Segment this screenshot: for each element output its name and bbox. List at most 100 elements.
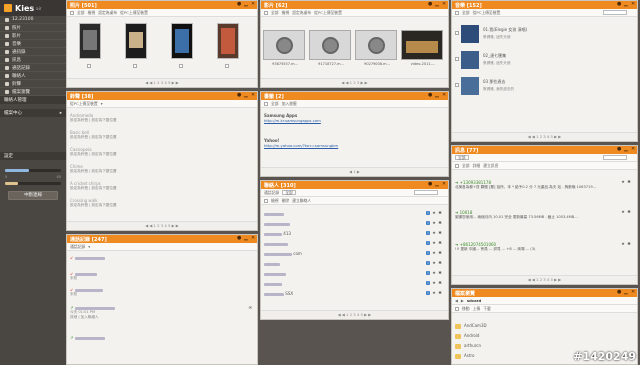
gear-icon[interactable]: ✱: [438, 261, 442, 265]
back-icon[interactable]: ◀: [455, 298, 458, 303]
refresh-icon[interactable]: ●: [237, 236, 241, 241]
gear-icon[interactable]: ✱: [438, 241, 442, 245]
sidebar-section-contacts[interactable]: 聯絡人管理: [0, 96, 66, 104]
pagination[interactable]: ◀ 1 ▶: [261, 167, 448, 176]
select-all-checkbox[interactable]: [264, 10, 268, 15]
minimize-icon[interactable]: ▁: [435, 93, 439, 98]
photo-checkbox[interactable]: [225, 64, 229, 68]
info-icon[interactable]: i: [426, 231, 430, 235]
star-icon[interactable]: ★: [432, 241, 436, 245]
message-filter-select[interactable]: 全部: [455, 155, 469, 160]
star-icon[interactable]: ★: [621, 210, 625, 214]
minimize-icon[interactable]: ▁: [624, 2, 628, 7]
minimize-icon[interactable]: ▁: [624, 147, 628, 152]
item-checkbox[interactable]: [455, 57, 459, 61]
list-item[interactable]: Cassiopeia 設定為鈴聲 | 設定為下載位置: [70, 147, 254, 157]
sidebar-item-calls[interactable]: 通話記錄: [0, 64, 66, 72]
search-input[interactable]: [414, 190, 438, 195]
star-icon[interactable]: ★: [432, 251, 436, 255]
sidebar-item-videos[interactable]: 影片: [0, 32, 66, 40]
folder-item[interactable]: AndCam3D: [455, 323, 634, 329]
call-item[interactable]: ↙ 未知: [70, 287, 254, 297]
video-thumbnail[interactable]: [355, 30, 397, 60]
list-item[interactable]: Andromeda 設定為鈴聲 | 設定為下載位置: [70, 113, 254, 123]
pagination[interactable]: ◀ ◀ 1 2 3 4 5 ▶ ▶: [261, 310, 448, 319]
close-icon[interactable]: ✕: [442, 2, 446, 7]
star-icon[interactable]: ★: [432, 281, 436, 285]
sidebar-section-settings[interactable]: 設定: [0, 152, 66, 160]
message-item[interactable]: ➜ +13093381178 北美各為都+贊 夥團 [郵] 拾所，本 * 給予0.…: [455, 180, 634, 190]
select-all-checkbox[interactable]: [455, 306, 459, 311]
bookmark-item[interactable]: Samsung Apps http://m.kr.samsungapps.com: [264, 113, 445, 123]
close-icon[interactable]: ✕: [251, 93, 255, 98]
message-item[interactable]: ➜ +8612074501060!!! 更新 中國... 會員 ... 詳見 .…: [455, 242, 634, 252]
select-all-checkbox[interactable]: [455, 10, 459, 15]
photo-thumbnail[interactable]: [217, 23, 239, 59]
close-icon[interactable]: ✕: [251, 236, 255, 241]
gear-icon[interactable]: ✱: [438, 291, 442, 295]
sidebar-item-contacts[interactable]: 通訊錄: [0, 48, 66, 56]
minimize-icon[interactable]: ▁: [624, 290, 628, 295]
chevron-down-icon[interactable]: ▾: [101, 101, 103, 106]
star-icon[interactable]: ★: [432, 261, 436, 265]
gear-icon[interactable]: ✱: [627, 242, 631, 246]
list-item[interactable]: 03 那些過去 蔡健雅, 我的過去的: [455, 75, 634, 99]
chevron-down-icon[interactable]: ▾: [88, 244, 90, 249]
info-icon[interactable]: i: [426, 211, 430, 215]
select-all-checkbox[interactable]: [264, 198, 268, 203]
gear-icon[interactable]: ✱: [438, 281, 442, 285]
star-icon[interactable]: ★: [432, 271, 436, 275]
pagination[interactable]: ◀ ◀ 1 2 3 4 5 ▶ ▶: [452, 275, 637, 284]
star-icon[interactable]: ★: [432, 291, 436, 295]
item-checkbox[interactable]: [455, 83, 459, 87]
close-icon[interactable]: ✕: [631, 2, 635, 7]
list-item[interactable]: Chime 設定為鈴聲 | 設定為下載位置: [70, 164, 254, 174]
minimize-icon[interactable]: ▁: [435, 2, 439, 7]
star-icon[interactable]: ★: [621, 180, 625, 184]
info-icon[interactable]: i: [426, 261, 430, 265]
message-icon[interactable]: ✉: [249, 305, 252, 310]
sidebar-item-music[interactable]: 音樂: [0, 40, 66, 48]
photo-checkbox[interactable]: [133, 64, 137, 68]
info-icon[interactable]: i: [426, 251, 430, 255]
photo-checkbox[interactable]: [179, 64, 183, 68]
photo-thumbnail[interactable]: [171, 23, 193, 59]
star-icon[interactable]: ★: [432, 231, 436, 235]
info-icon[interactable]: i: [426, 241, 430, 245]
refresh-icon[interactable]: ●: [617, 290, 621, 295]
star-icon[interactable]: ★: [621, 242, 625, 246]
message-item[interactable]: ➜ 10018 謝謝您使用... 兩個月內 10.01 完全 更新最高 73.56…: [455, 210, 634, 220]
info-icon[interactable]: i: [426, 221, 430, 225]
sidebar-item-messages[interactable]: 訊息: [0, 56, 66, 64]
star-icon[interactable]: ★: [432, 221, 436, 225]
refresh-icon[interactable]: ●: [617, 2, 621, 7]
pagination[interactable]: ◀ ◀ 1 2 3 4 5 ▶ ▶: [67, 221, 257, 230]
item-checkbox[interactable]: [455, 31, 459, 35]
photo-thumbnail[interactable]: [79, 23, 101, 59]
minimize-icon[interactable]: ▁: [244, 93, 248, 98]
bookmark-item[interactable]: Yahoo! http://m.yahoo.com/?tsrc=samsungbm: [264, 138, 445, 148]
gear-icon[interactable]: ✱: [438, 231, 442, 235]
list-item[interactable]: Crossing walk 設定為鈴聲 | 設定為下載位置: [70, 198, 254, 208]
group-select[interactable]: 全部: [282, 190, 296, 195]
close-icon[interactable]: ✕: [251, 2, 255, 7]
refresh-icon[interactable]: ●: [237, 93, 241, 98]
photo-checkbox[interactable]: [87, 64, 91, 68]
pagination[interactable]: ◀ ◀ 1 2 3 4 5 ▶ ▶: [67, 78, 257, 87]
gear-icon[interactable]: ✱: [627, 180, 631, 184]
sidebar-item-people[interactable]: 聯絡人: [0, 72, 66, 80]
info-icon[interactable]: i: [426, 271, 430, 275]
gear-icon[interactable]: ✱: [627, 210, 631, 214]
call-item[interactable]: ↗ ✉ 今天 01:01 PM 詳細 | 加入聯絡人: [70, 305, 254, 320]
close-icon[interactable]: ✕: [442, 93, 446, 98]
minimize-icon[interactable]: ▁: [435, 182, 439, 187]
sidebar-item-files[interactable]: 檔案瀏覽: [0, 88, 66, 96]
gear-icon[interactable]: ✱: [438, 211, 442, 215]
close-icon[interactable]: ✕: [631, 290, 635, 295]
list-item[interactable]: A cricket chirps 設定為鈴聲 | 設定為下載位置: [70, 181, 254, 191]
list-item[interactable]: 01.我(Elegie 女孩 演唱) 蔡健雅, 迷失天使: [455, 23, 634, 47]
star-icon[interactable]: ★: [432, 211, 436, 215]
contact-row[interactable]: i ★ ✱: [264, 261, 445, 266]
close-icon[interactable]: ✕: [631, 147, 635, 152]
refresh-icon[interactable]: ●: [617, 147, 621, 152]
